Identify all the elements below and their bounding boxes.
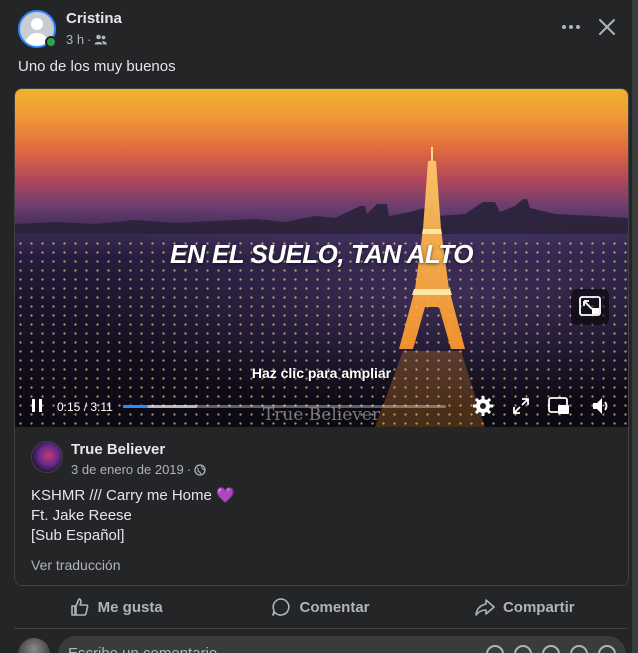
- miniplayer-icon[interactable]: [547, 395, 571, 417]
- close-icon[interactable]: [594, 14, 620, 40]
- video-player[interactable]: EN EL SUELO, TAN ALTO Haz clic para ampl…: [15, 89, 628, 427]
- source-date[interactable]: 3 de enero de 2019: [71, 462, 184, 477]
- post-time[interactable]: 3 h: [66, 32, 84, 47]
- video-progress-bar[interactable]: [123, 405, 446, 408]
- comment-label: Comentar: [299, 598, 370, 616]
- source-description: KSHMR /// Carry me Home 💜 Ft. Jake Reese…: [31, 485, 235, 546]
- picture-in-picture-icon[interactable]: [571, 289, 609, 325]
- like-label: Me gusta: [97, 598, 163, 616]
- public-globe-icon[interactable]: [194, 463, 206, 476]
- share-button[interactable]: Compartir: [423, 590, 627, 624]
- description-line-1: KSHMR /// Carry me Home: [31, 487, 212, 504]
- comment-tools: [486, 645, 616, 653]
- video-time: 0:15 / 3:11: [57, 400, 113, 414]
- comment-bubble-icon: [272, 598, 291, 616]
- shared-source: True Believer 3 de enero de 2019 · KSHMR…: [15, 427, 628, 585]
- avatar-sticker-icon[interactable]: [486, 645, 504, 653]
- pause-icon[interactable]: [31, 395, 45, 417]
- description-line-3: [Sub Español]: [31, 527, 125, 544]
- gif-icon[interactable]: [570, 645, 588, 653]
- post-caption: Uno de los muy buenos: [18, 58, 176, 75]
- source-avatar[interactable]: [31, 441, 63, 473]
- comment-placeholder: Escribe un comentario...: [68, 645, 230, 653]
- actions-divider: [14, 628, 627, 629]
- shared-post-card: EN EL SUELO, TAN ALTO Haz clic para ampl…: [14, 88, 629, 586]
- sticker-icon[interactable]: [598, 645, 616, 653]
- source-separator: ·: [186, 462, 192, 477]
- friends-audience-icon[interactable]: [94, 34, 108, 45]
- expand-hint[interactable]: Haz clic para ampliar: [15, 365, 628, 381]
- online-status-dot: [45, 36, 57, 48]
- meta-separator: ·: [87, 32, 92, 47]
- source-name[interactable]: True Believer: [71, 441, 165, 458]
- like-button[interactable]: Me gusta: [14, 590, 218, 624]
- comment-input[interactable]: Escribe un comentario...: [58, 636, 626, 653]
- see-translation-link[interactable]: Ver traducción: [31, 557, 121, 573]
- played-bar: [123, 405, 149, 408]
- share-label: Compartir: [502, 598, 575, 616]
- video-overlay-title: EN EL SUELO, TAN ALTO: [170, 239, 473, 269]
- share-arrow-icon: [475, 599, 495, 616]
- purple-heart-emoji: 💜: [216, 486, 235, 504]
- emoji-icon[interactable]: [514, 645, 532, 653]
- volume-icon[interactable]: [590, 395, 612, 417]
- fullscreen-icon[interactable]: [512, 395, 530, 417]
- post-card: Cristina 3 h · Uno de los muy buenos EN …: [0, 0, 632, 653]
- comment-button[interactable]: Comentar: [218, 590, 422, 624]
- camera-icon[interactable]: [542, 645, 560, 653]
- description-line-2: Ft. Jake Reese: [31, 507, 132, 524]
- author-name[interactable]: Cristina: [66, 10, 122, 27]
- post-meta: 3 h ·: [66, 32, 108, 47]
- current-user-avatar[interactable]: [18, 638, 50, 653]
- scrollbar[interactable]: [632, 0, 638, 653]
- settings-gear-icon[interactable]: [472, 395, 494, 417]
- source-meta: 3 de enero de 2019 ·: [71, 462, 206, 477]
- thumbs-up-icon: [70, 598, 89, 616]
- post-actions: Me gusta Comentar Compartir: [14, 590, 627, 624]
- more-options-icon[interactable]: [556, 14, 586, 40]
